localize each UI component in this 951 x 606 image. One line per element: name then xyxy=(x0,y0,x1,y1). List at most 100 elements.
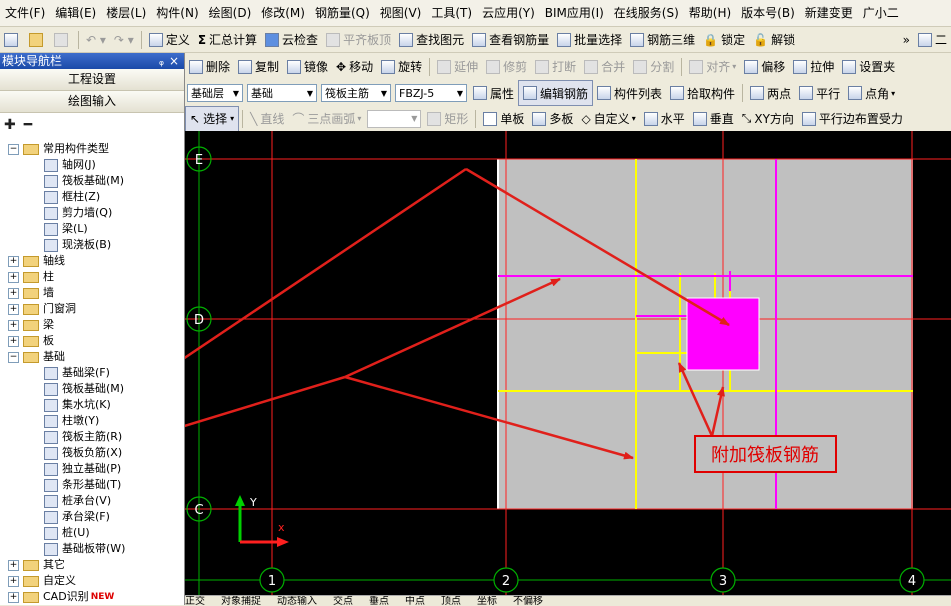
tree-folder[interactable]: − 常用构件类型 xyxy=(8,141,109,157)
collapse-icon[interactable]: − xyxy=(8,351,19,363)
tree-item[interactable]: 框柱(Z) xyxy=(44,189,100,205)
menu-item[interactable]: 版本号(B) xyxy=(736,0,800,26)
offset-button[interactable]: 偏移 xyxy=(740,55,789,79)
tree-item[interactable]: 柱墩(Y) xyxy=(44,413,99,429)
toolbar-right-item[interactable]: 二 xyxy=(914,28,951,52)
category-select[interactable]: 基础 ▼ xyxy=(247,84,317,102)
undo-button[interactable]: ↶ ▾ xyxy=(82,28,110,52)
expand-icon[interactable]: + xyxy=(8,591,19,603)
split-button[interactable]: 分割 xyxy=(629,55,678,79)
menu-item[interactable]: 新建变更 xyxy=(800,0,858,26)
expand-icon[interactable]: + xyxy=(8,255,19,267)
tree-folder[interactable]: + 板 xyxy=(8,333,54,349)
menu-item[interactable]: 视图(V) xyxy=(375,0,427,26)
tree-folder[interactable]: − 基础 xyxy=(8,349,65,365)
expand-icon[interactable]: + xyxy=(8,575,19,587)
menu-item[interactable]: BIM应用(I) xyxy=(540,0,609,26)
cloud-check-button[interactable]: 云检查 xyxy=(261,28,322,52)
menu-item[interactable]: 修改(M) xyxy=(256,0,310,26)
pick-component-button[interactable]: 拾取构件 xyxy=(666,81,739,105)
delete-button[interactable]: 删除 xyxy=(185,55,234,79)
tree-folder[interactable]: + 自定义 xyxy=(8,573,76,589)
break-button[interactable]: 打断 xyxy=(531,55,580,79)
two-points-button[interactable]: 两点 xyxy=(746,81,795,105)
tree-item[interactable]: 筏板基础(M) xyxy=(44,173,124,189)
expand-icon[interactable]: + xyxy=(8,335,19,347)
vertical-button[interactable]: 垂直 xyxy=(689,107,738,131)
rotate-button[interactable]: 旋转 xyxy=(377,55,426,79)
custom-button[interactable]: ◇ 自定义 ▾ xyxy=(577,107,639,131)
drawing-svg[interactable]: E D C 1 2 3 4 Y x 附加筏板钢筋 xyxy=(185,131,951,595)
menu-item[interactable]: 广小二 xyxy=(858,0,904,26)
menu-item[interactable]: 帮助(H) xyxy=(684,0,736,26)
arc-mode-select[interactable]: ▼ xyxy=(367,109,422,128)
new-file-button[interactable] xyxy=(0,28,25,52)
menu-item[interactable]: 钢筋量(Q) xyxy=(310,0,375,26)
find-element-button[interactable]: 查找图元 xyxy=(395,28,468,52)
redo-button[interactable]: ↷ ▾ xyxy=(110,28,138,52)
collapse-all-icon[interactable]: ━ xyxy=(24,117,32,133)
tree-item[interactable]: 剪力墙(Q) xyxy=(44,205,112,221)
horizontal-button[interactable]: 水平 xyxy=(640,107,689,131)
lock-button[interactable]: 🔒 锁定 xyxy=(699,28,749,52)
rectangle-button[interactable]: 矩形 xyxy=(423,107,472,131)
align-button[interactable]: 对齐 ▾ xyxy=(685,55,740,79)
set-grip-button[interactable]: 设置夹 xyxy=(838,55,899,79)
tree-item[interactable]: 独立基础(P) xyxy=(44,461,121,477)
edit-rebar-button[interactable]: 编辑钢筋 xyxy=(518,80,594,106)
batch-select-button[interactable]: 批量选择 xyxy=(553,28,626,52)
open-file-button[interactable] xyxy=(25,28,50,52)
pin-icon[interactable]: ᵩ xyxy=(159,53,164,69)
menu-item[interactable]: 编辑(E) xyxy=(50,0,101,26)
single-slab-button[interactable]: 单板 xyxy=(479,107,528,131)
parallel-edge-layout-button[interactable]: 平行边布置受力 xyxy=(798,107,907,131)
type-select[interactable]: 筏板主筋 ▼ xyxy=(321,84,391,102)
define-button[interactable]: 定义 xyxy=(145,28,194,52)
rebar-3d-button[interactable]: 钢筋三维 xyxy=(626,28,699,52)
multi-slab-button[interactable]: 多板 xyxy=(528,107,577,131)
properties-button[interactable]: 属性 xyxy=(469,81,518,105)
align-slab-top-button[interactable]: 平齐板顶 xyxy=(322,28,395,52)
move-button[interactable]: ✥ 移动 xyxy=(332,55,377,79)
menu-item[interactable]: 楼层(L) xyxy=(101,0,151,26)
trim-button[interactable]: 修剪 xyxy=(482,55,531,79)
tree-folder[interactable]: + 门窗洞 xyxy=(8,301,76,317)
toolbar-overflow[interactable]: » xyxy=(899,28,914,52)
menu-item[interactable]: 绘图(D) xyxy=(204,0,257,26)
expand-all-icon[interactable]: ✚ xyxy=(4,117,16,133)
stretch-button[interactable]: 拉伸 xyxy=(789,55,838,79)
expand-icon[interactable]: + xyxy=(8,303,19,315)
tree-folder[interactable]: + 其它 xyxy=(8,557,65,573)
tree-item[interactable]: 梁(L) xyxy=(44,221,88,237)
component-name-select[interactable]: FBZJ-5 ▼ xyxy=(395,84,467,102)
additional-rebar-block[interactable] xyxy=(686,297,760,371)
summary-calc-button[interactable]: Σ 汇总计算 xyxy=(194,28,261,52)
tree-folder[interactable]: + 轴线 xyxy=(8,253,65,269)
tree-folder[interactable]: + 柱 xyxy=(8,269,54,285)
unlock-button[interactable]: 🔓 解锁 xyxy=(749,28,799,52)
view-rebar-qty-button[interactable]: 查看钢筋量 xyxy=(468,28,553,52)
menu-item[interactable]: 构件(N) xyxy=(151,0,203,26)
tree-folder[interactable]: + 墙 xyxy=(8,285,54,301)
expand-icon[interactable]: + xyxy=(8,271,19,283)
xy-direction-button[interactable]: ⤡ XY方向 xyxy=(738,107,798,131)
tree-item[interactable]: 基础板带(W) xyxy=(44,541,125,557)
line-button[interactable]: ╲ 直线 xyxy=(246,107,288,131)
tree-item[interactable]: 承台梁(F) xyxy=(44,509,110,525)
component-list-button[interactable]: 构件列表 xyxy=(593,81,666,105)
copy-button[interactable]: 复制 xyxy=(234,55,283,79)
select-button[interactable]: ↖ 选择 ▾ xyxy=(185,106,240,131)
expand-icon[interactable]: + xyxy=(8,559,19,571)
three-point-arc-button[interactable]: ⌒ 三点画弧 ▾ xyxy=(288,107,365,131)
expand-icon[interactable]: + xyxy=(8,319,19,331)
tree-item[interactable]: 集水坑(K) xyxy=(44,397,111,413)
drawing-canvas[interactable]: E D C 1 2 3 4 Y x 附加筏板钢筋 xyxy=(185,131,951,595)
expand-icon[interactable]: + xyxy=(8,287,19,299)
tree-folder[interactable]: + 梁 xyxy=(8,317,54,333)
project-settings-button[interactable]: 工程设置 xyxy=(0,69,184,91)
tree-item[interactable]: 筏板主筋(R) xyxy=(44,429,122,445)
tree-item[interactable]: 筏板负筋(X) xyxy=(44,445,122,461)
menu-item[interactable]: 工具(T) xyxy=(426,0,477,26)
tree-item[interactable]: 桩承台(V) xyxy=(44,493,111,509)
tree-item[interactable]: 桩(U) xyxy=(44,525,90,541)
